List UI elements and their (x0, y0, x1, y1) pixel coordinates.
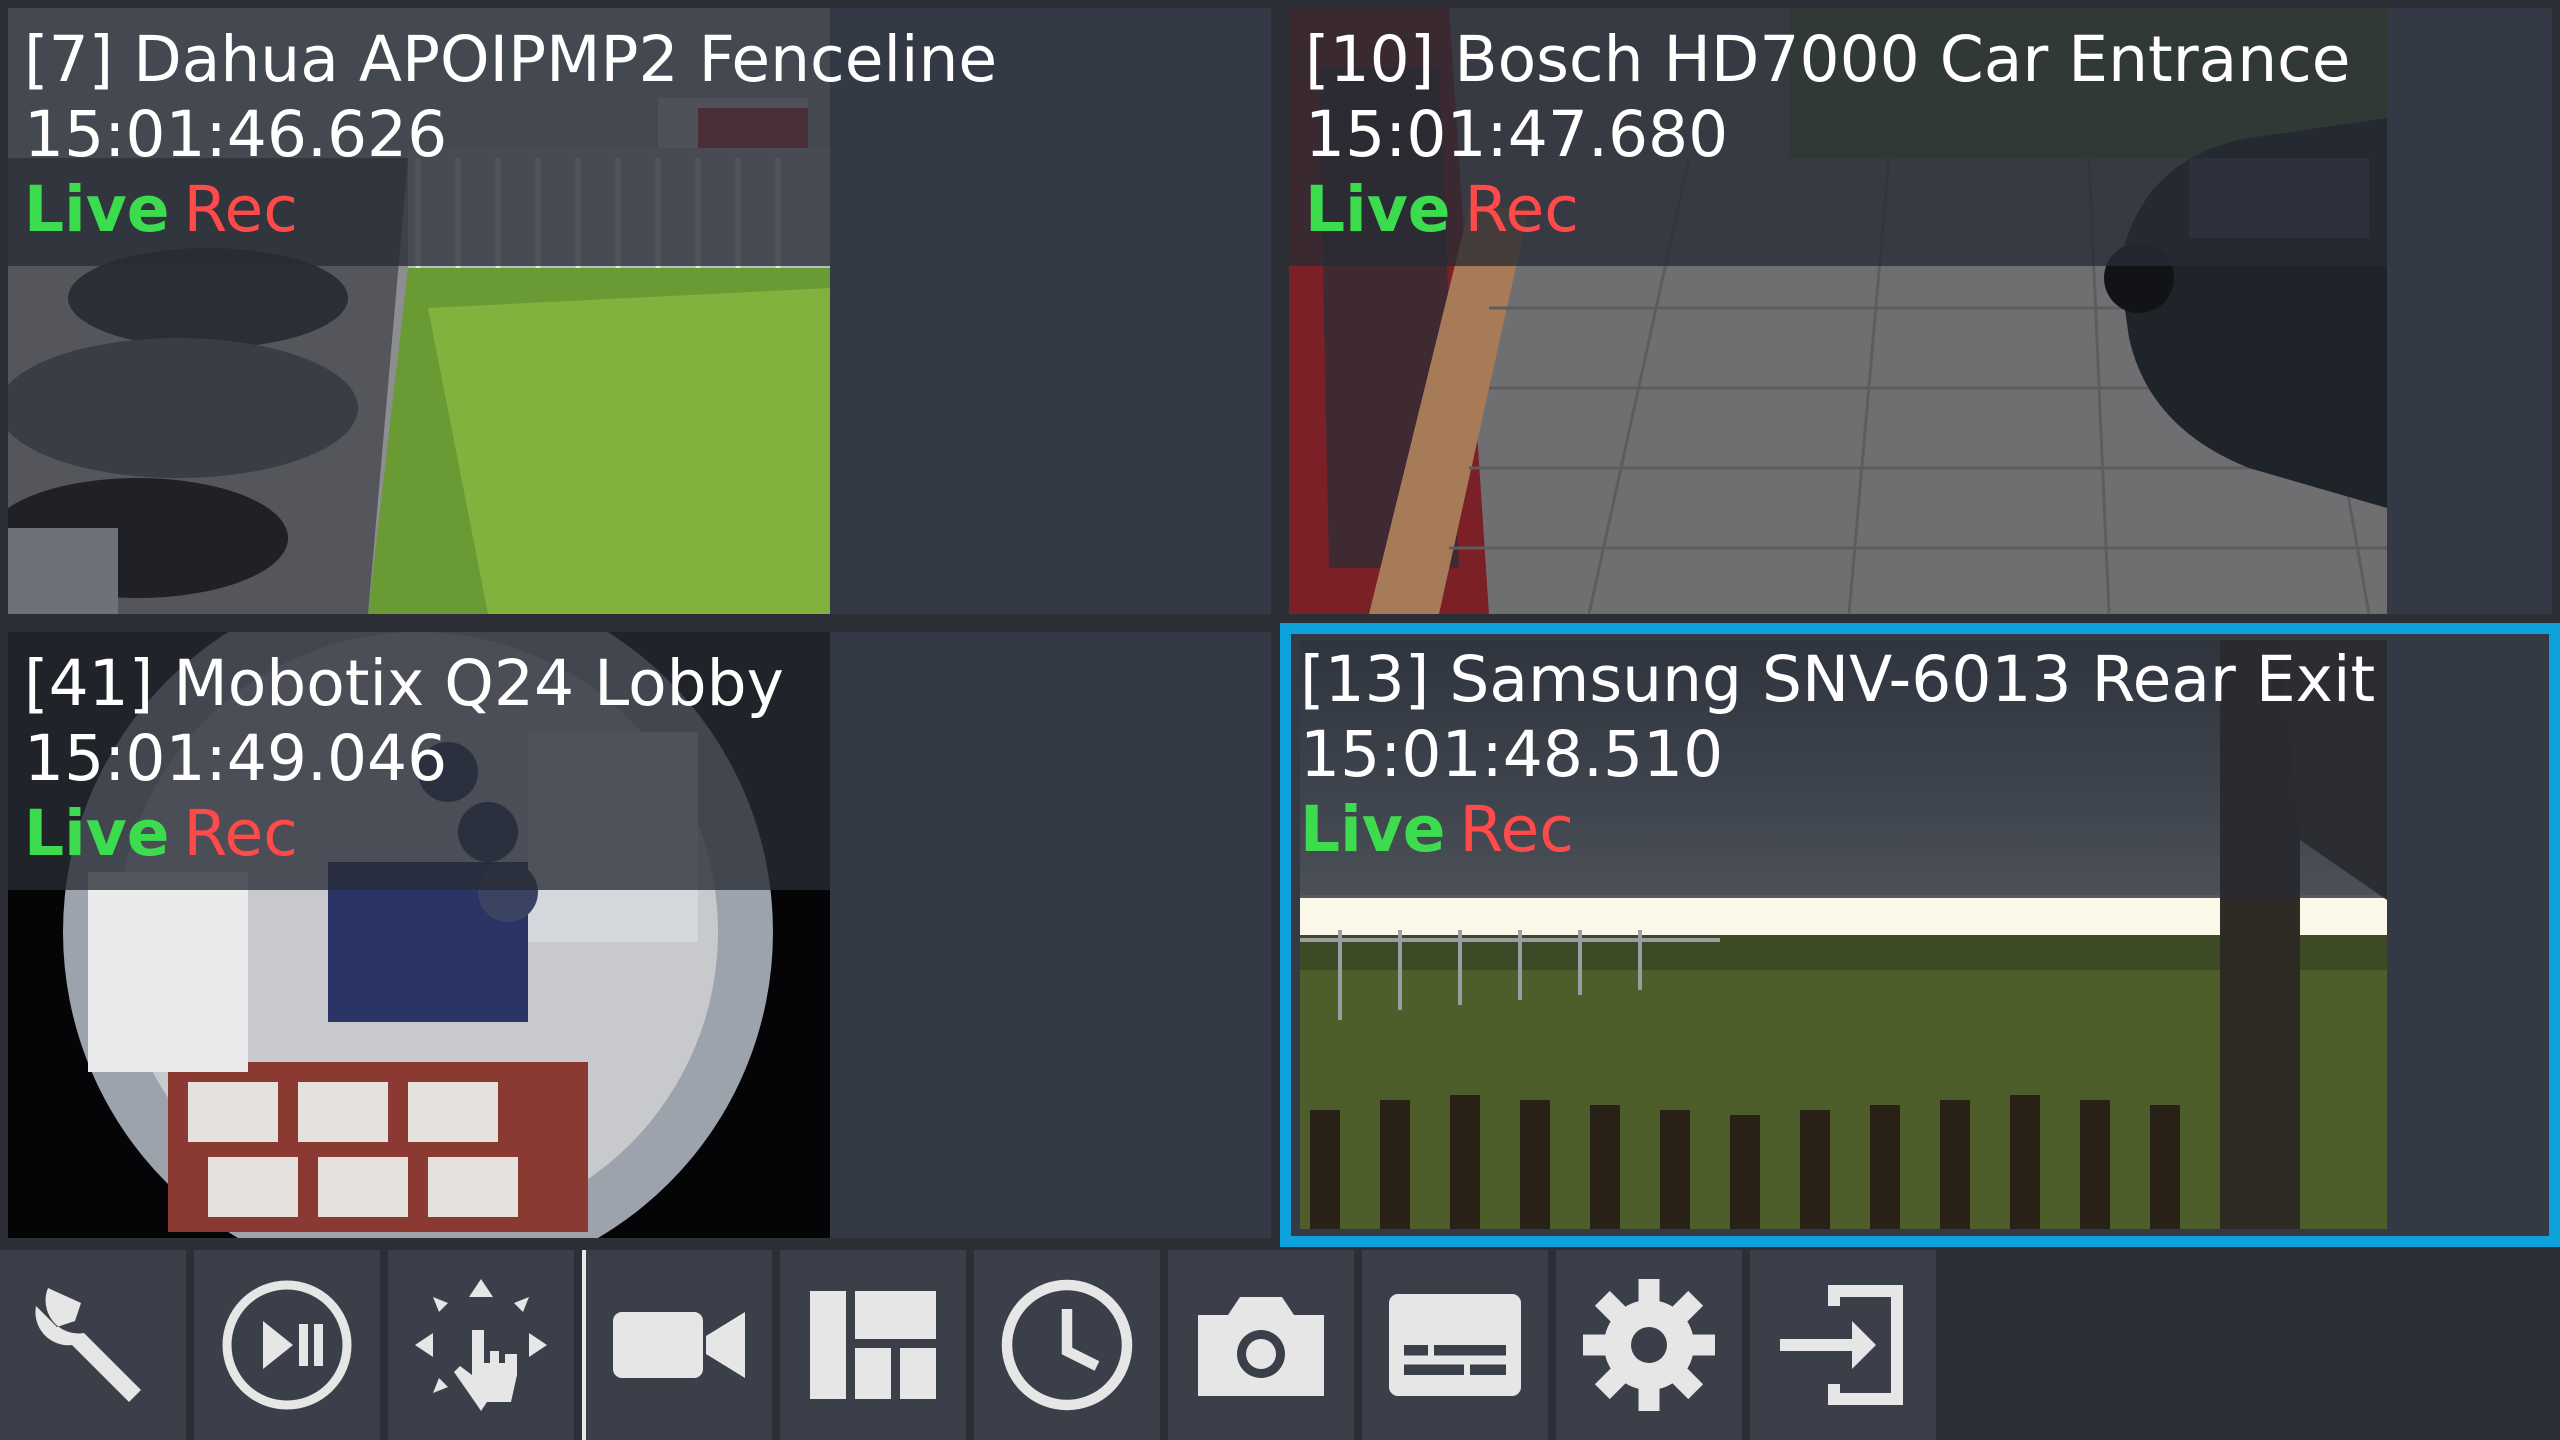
playback-clock-button[interactable] (974, 1250, 1164, 1440)
play-pause-button[interactable] (194, 1250, 384, 1440)
camera-status: Live Rec (24, 796, 830, 871)
camera-status: Live Rec (1305, 172, 2387, 247)
camera-overlay-2: [10] Bosch HD7000 Car Entrance 15:01:47.… (1289, 8, 2387, 266)
snapshot-button[interactable] (1168, 1250, 1358, 1440)
live-badge: Live (1300, 793, 1446, 866)
camera-tile-1[interactable]: [7] Dahua APOIPMP2 Fenceline 15:01:46.62… (8, 8, 1271, 614)
gear-icon (1583, 1279, 1715, 1411)
wrench-icon (35, 1288, 141, 1402)
camera-status: Live Rec (1300, 792, 2387, 867)
live-badge: Live (1305, 173, 1451, 246)
clock-icon (1001, 1279, 1133, 1411)
subtitles-icon (1389, 1294, 1521, 1396)
camera-title: [7] Dahua APOIPMP2 Fenceline (24, 23, 998, 96)
ptz-gesture-icon (415, 1279, 547, 1411)
play-pause-icon (222, 1280, 352, 1410)
layout-icon (810, 1291, 936, 1399)
layout-button[interactable] (780, 1250, 970, 1440)
camera-overlay-1: [7] Dahua APOIPMP2 Fenceline 15:01:46.62… (8, 8, 998, 266)
camera-timestamp: 15:01:48.510 (1300, 718, 1724, 791)
exit-button[interactable] (1750, 1250, 1940, 1440)
camera-status: Live Rec (24, 172, 830, 247)
video-camera-icon (613, 1312, 745, 1378)
camera-tile-3[interactable]: [41] Mobotix Q24 Lobby 15:01:49.046 Live… (8, 632, 1271, 1238)
rec-badge: Rec (1464, 173, 1579, 246)
camera-title: [41] Mobotix Q24 Lobby (24, 647, 784, 720)
camera-title: [10] Bosch HD7000 Car Entrance (1305, 23, 2351, 96)
camera-timestamp: 15:01:49.046 (24, 722, 448, 795)
live-badge: Live (24, 173, 170, 246)
overlay-toggle-button[interactable] (1362, 1250, 1552, 1440)
exit-icon (1780, 1285, 1903, 1405)
camera-tile-2[interactable]: [10] Bosch HD7000 Car Entrance 15:01:47.… (1289, 8, 2552, 614)
video-camera-button[interactable] (586, 1250, 776, 1440)
camera-title: [13] Samsung SNV-6013 Rear Exit (1300, 643, 2376, 716)
camera-tile-4[interactable]: [13] Samsung SNV-6013 Rear Exit 15:01:48… (1280, 623, 2560, 1247)
rec-badge: Rec (183, 173, 298, 246)
camera-overlay-4: [13] Samsung SNV-6013 Rear Exit 15:01:48… (1300, 640, 2387, 898)
camera-snapshot-icon (1198, 1297, 1324, 1396)
camera-overlay-3: [41] Mobotix Q24 Lobby 15:01:49.046 Live… (8, 632, 830, 890)
camera-timestamp: 15:01:46.626 (24, 98, 448, 171)
ptz-control-button[interactable] (388, 1250, 578, 1440)
bottom-toolbar (0, 1250, 1940, 1440)
rec-badge: Rec (1459, 793, 1574, 866)
gear-settings-button[interactable] (1556, 1250, 1746, 1440)
rec-badge: Rec (183, 797, 298, 870)
settings-wrench-button[interactable] (0, 1250, 190, 1440)
live-badge: Live (24, 797, 170, 870)
camera-timestamp: 15:01:47.680 (1305, 98, 1729, 171)
